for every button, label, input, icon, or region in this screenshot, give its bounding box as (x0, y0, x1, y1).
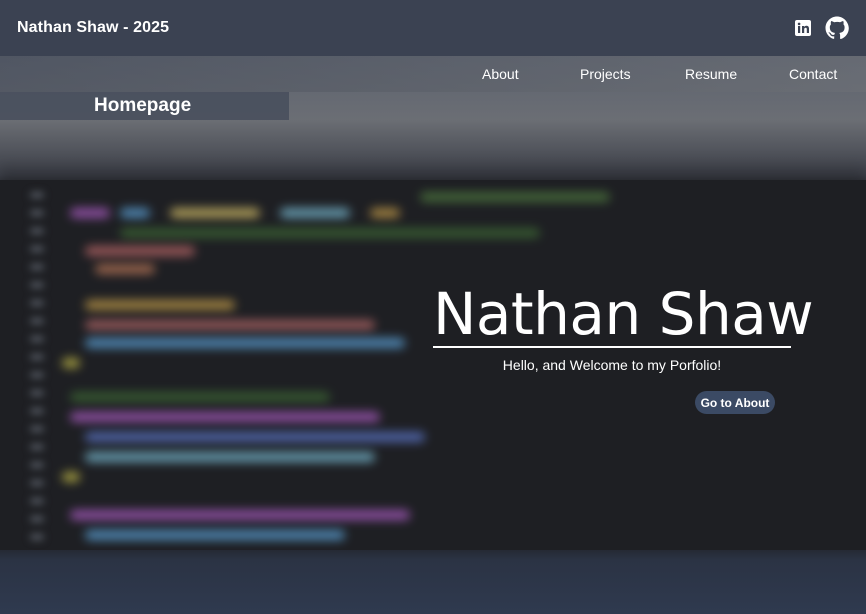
main-nav: About Projects Resume Contact (0, 56, 866, 92)
nav-about[interactable]: About (482, 66, 519, 82)
hero-name: Nathan Shaw (433, 280, 814, 348)
nav-resume[interactable]: Resume (685, 66, 737, 82)
page-title: Homepage (0, 92, 289, 120)
hero-section: Nathan Shaw Hello, and Welcome to my Por… (433, 280, 814, 373)
linkedin-icon[interactable] (795, 20, 811, 36)
social-links (795, 16, 849, 40)
code-gutter (28, 180, 50, 550)
page: Nathan Shaw - 2025 About Projects Resume… (0, 0, 866, 614)
go-to-about-button[interactable]: Go to About (695, 391, 775, 414)
hero-subtitle: Hello, and Welcome to my Porfolio! (502, 357, 722, 373)
top-header: Nathan Shaw - 2025 (0, 0, 866, 56)
nav-projects[interactable]: Projects (580, 66, 631, 82)
github-icon[interactable] (825, 16, 849, 40)
site-brand[interactable]: Nathan Shaw - 2025 (17, 19, 169, 37)
nav-contact[interactable]: Contact (789, 66, 837, 82)
